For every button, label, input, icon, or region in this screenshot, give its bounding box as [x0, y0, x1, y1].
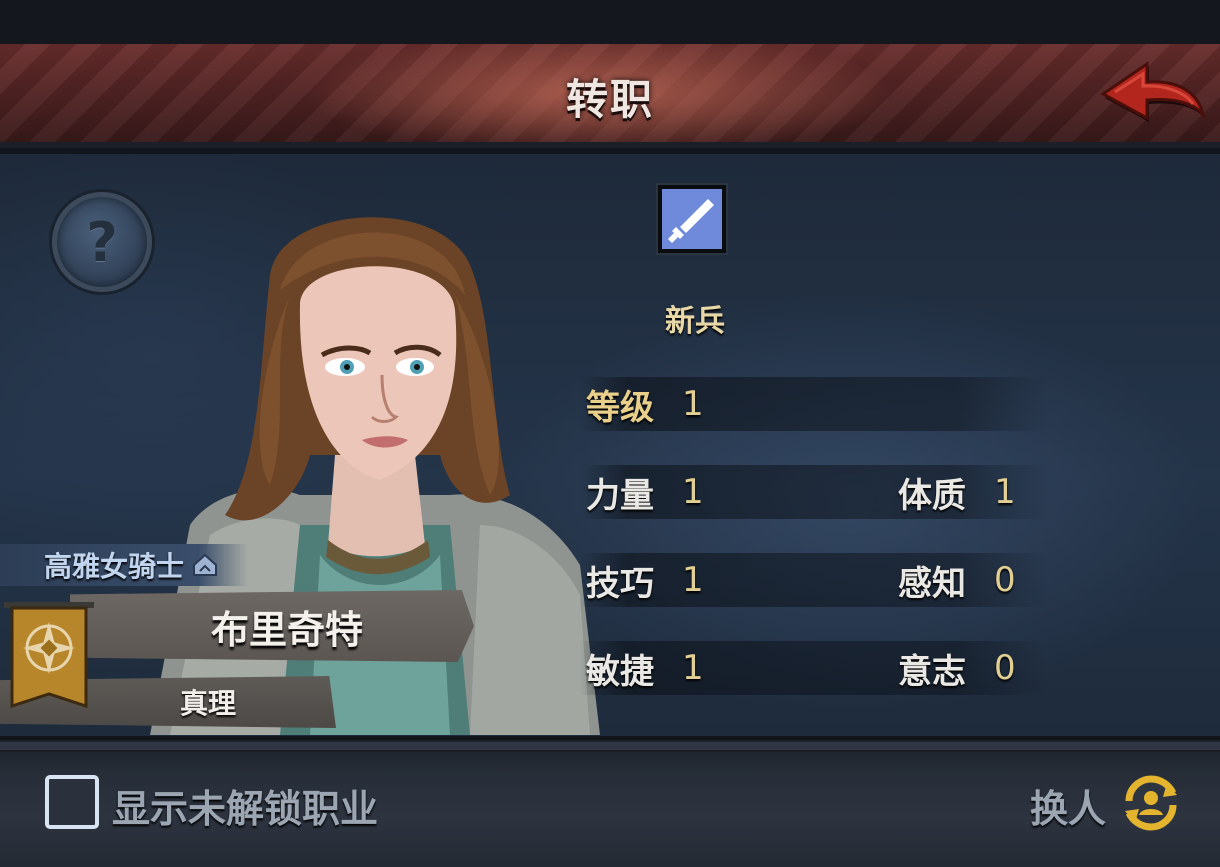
stat-row-3: 敏捷 1 意志 0 [580, 641, 1050, 695]
stat-value: 1 [994, 472, 1016, 512]
top-strip [0, 0, 1220, 44]
stat-agility: 敏捷 1 [586, 641, 704, 695]
page-title: 转职 [565, 75, 654, 124]
back-arrow-icon[interactable] [1095, 52, 1210, 142]
stat-row-1: 力量 1 体质 1 [580, 465, 1050, 519]
stat-row-level: 等级 1 [580, 377, 1050, 431]
stat-value: 1 [682, 472, 704, 512]
stat-label: 力量 [586, 475, 654, 516]
question-icon: ? [86, 210, 118, 274]
stat-skill: 技巧 1 [586, 553, 704, 607]
stat-label: 意志 [898, 651, 966, 692]
class-name: 新兵 [665, 304, 725, 339]
stat-strength: 力量 1 [586, 465, 704, 519]
stat-constitution: 体质 1 [898, 465, 1016, 519]
swap-character-label[interactable]: 换人 [1030, 778, 1106, 833]
header-bar: 转职 [0, 44, 1220, 148]
character-title: 高雅女骑士 [44, 550, 185, 583]
stat-label: 技巧 [586, 563, 654, 604]
name-banner: 布里奇特 [70, 590, 474, 662]
house-icon [193, 553, 218, 576]
stat-value: 1 [682, 384, 704, 424]
swap-person-icon[interactable] [1117, 771, 1185, 835]
show-locked-checkbox[interactable] [45, 775, 99, 829]
stat-perception: 感知 0 [898, 553, 1016, 607]
dagger-icon [662, 189, 722, 249]
faction-emblem-icon [4, 602, 94, 709]
stat-row-2: 技巧 1 感知 0 [580, 553, 1050, 607]
footer-rail [0, 742, 1220, 752]
stat-will: 意志 0 [898, 641, 1016, 695]
stat-label: 感知 [898, 563, 966, 604]
help-button[interactable]: ? [52, 192, 152, 292]
character-title-tag: 高雅女骑士 [0, 544, 248, 586]
stat-value: 1 [682, 560, 704, 600]
faction-name: 真理 [179, 687, 236, 720]
stat-value: 1 [682, 648, 704, 688]
show-locked-label[interactable]: 显示未解锁职业 [112, 778, 378, 833]
stat-level: 等级 1 [586, 377, 704, 431]
stat-value: 0 [994, 560, 1016, 600]
stat-label: 体质 [898, 475, 966, 516]
stat-label: 敏捷 [586, 651, 654, 692]
stat-value: 0 [994, 648, 1016, 688]
class-icon-button[interactable] [658, 185, 726, 253]
character-name: 布里奇特 [210, 607, 363, 652]
stat-label: 等级 [586, 387, 654, 428]
